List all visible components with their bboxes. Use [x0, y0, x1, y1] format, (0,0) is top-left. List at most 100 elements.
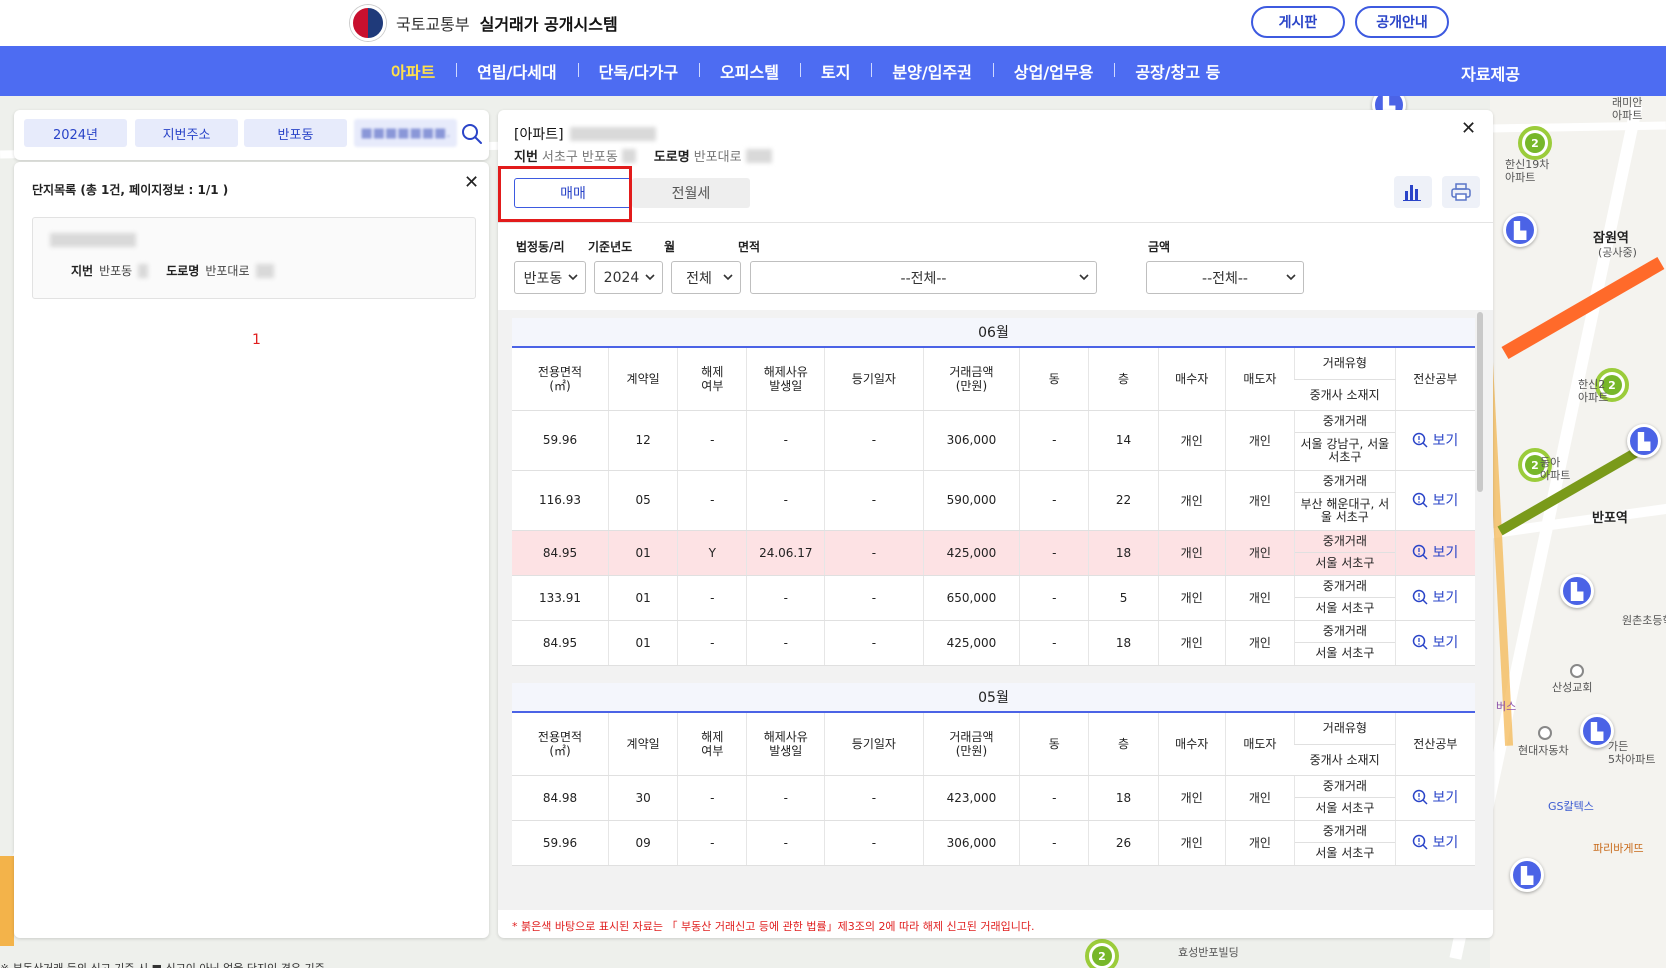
cell-price: 425,000	[922, 530, 1020, 576]
chevron-down-icon	[723, 274, 733, 281]
cell-bldg: -	[1019, 470, 1089, 531]
th-cancel: 해제 여부	[677, 348, 747, 411]
nav-menu: 아파트 연립/다세대 단독/다가구 오피스텔 토지 분양/입주권 상업/업무용 공장/창고 등	[370, 46, 1241, 96]
view-record-link[interactable]: 보기	[1412, 787, 1458, 807]
magnifier-icon	[1413, 589, 1428, 605]
table-row[interactable]: 84.95 01- - -425,000-18 개인 개인 중개거래 서울 서초구 보기	[512, 620, 1475, 666]
month-header: 05월	[512, 683, 1475, 713]
cell-seller: 개인	[1224, 470, 1295, 531]
road-value: 반포대로	[205, 264, 250, 278]
cell-floor: 18	[1088, 775, 1159, 821]
apartment-marker-icon[interactable]: ▙	[1627, 424, 1661, 458]
complex-list-title: 단지목록 (총 1건, 페이지정보 : 1/1 )	[32, 183, 229, 197]
header-line: 발생일	[769, 378, 803, 393]
print-button[interactable]	[1442, 176, 1480, 208]
table-scrollbar[interactable]	[1477, 312, 1483, 492]
table-row[interactable]: 133.91 01- - -650,000-5 개인 개인 중개거래 서울 서초구 보기	[512, 575, 1475, 621]
road-label: 도로명	[653, 150, 690, 165]
ministry-name: 국토교통부	[396, 15, 470, 34]
cell-floor: 22	[1088, 470, 1159, 531]
cell-area: 133.91	[512, 575, 609, 621]
nav-item-2[interactable]: 단독/다가구	[577, 59, 699, 83]
month-block: 05월 전용면적 (㎡) 계약일 해제 여부 해제사유 발생일 등기일자 거래금액 (만원) 동 층 매수…	[512, 683, 1475, 866]
data-service-link[interactable]: 자료제공	[1461, 61, 1520, 85]
view-record-link[interactable]: 보기	[1412, 542, 1458, 562]
th-registry: 등기일자	[824, 348, 924, 411]
filter-year-select[interactable]: 2024	[594, 261, 663, 294]
filter-area-select[interactable]: --전체--	[750, 261, 1097, 294]
cell-deal-broker: 중개거래 서울 서초구	[1294, 530, 1396, 576]
guide-button[interactable]: 공개안내	[1355, 6, 1449, 38]
search-icon[interactable]	[460, 122, 484, 146]
pagination-page-1[interactable]: 1	[252, 332, 261, 348]
cell-bldg: -	[1019, 820, 1089, 866]
close-icon[interactable]: ✕	[464, 174, 479, 192]
view-record-link[interactable]: 보기	[1412, 430, 1458, 450]
apartment-marker-icon[interactable]: ▙	[1503, 213, 1537, 247]
table-row[interactable]: 116.93 05- - -590,000-22 개인 개인 중개거래 부산 해운대구, 서울…	[512, 470, 1475, 531]
cell-floor: 5	[1088, 575, 1159, 621]
dong-chip[interactable]: 반포동	[244, 119, 347, 147]
view-record-link[interactable]: 보기	[1412, 490, 1458, 510]
th-area: 전용면적 (㎡)	[512, 348, 609, 411]
table-row[interactable]: 59.96 09- - -306,000-26 개인 개인 중개거래 서울 서초구 보기	[512, 820, 1475, 866]
close-icon[interactable]: ✕	[1461, 120, 1476, 138]
cell-cancel-date: -	[746, 470, 825, 531]
board-button[interactable]: 게시판	[1251, 6, 1345, 38]
cell-record: 보기	[1394, 620, 1475, 666]
cell-cancel-date: -	[746, 775, 825, 821]
map-label-paris: 파리바게뜨	[1593, 842, 1644, 855]
filter-area-label: 면적	[738, 240, 761, 254]
filter-month-select[interactable]: 전체	[671, 261, 741, 294]
th-broker-location: 중개사 소재지	[1294, 379, 1396, 411]
complex-address-row: 지번 반포동 도로명 반포대로	[71, 262, 274, 279]
header-line: 여부	[701, 378, 724, 393]
cell-cancel: -	[677, 820, 747, 866]
nav-item-4[interactable]: 토지	[799, 59, 871, 83]
deal-type-value: 중개거래	[1295, 576, 1395, 598]
nav-item-1[interactable]: 연립/다세대	[456, 59, 577, 83]
table-row[interactable]: 84.95 01 Y 24.06.17-425,000-18 개인 개인 중개거래 서울 서초…	[512, 530, 1475, 576]
table-row[interactable]: 59.96 12- - -306,000-14 개인 개인 중개거래 서울 강남구, 서울 서…	[512, 410, 1475, 471]
broker-location-value: 서울 서초구	[1315, 601, 1375, 615]
view-record-link[interactable]: 보기	[1412, 632, 1458, 652]
address-type-chip[interactable]: 지번주소	[135, 119, 238, 147]
broker-location-value: 서울 서초구	[1315, 801, 1375, 815]
apartment-marker-icon[interactable]: ▙	[1510, 858, 1544, 892]
transaction-table-area[interactable]: 06월 전용면적 (㎡) 계약일 해제 여부 해제사유 발생일 등기일자 거래금액 (만원) 동 층 매수…	[498, 310, 1493, 910]
magnifier-icon	[1413, 492, 1428, 508]
nav-item-3[interactable]: 오피스텔	[699, 59, 800, 83]
site-logo[interactable]: 국토교통부 실거래가 공개시스템	[350, 4, 618, 42]
cell-bldg: -	[1019, 620, 1089, 666]
chart-button[interactable]	[1394, 176, 1432, 208]
bar-chart-icon	[1403, 185, 1421, 201]
view-record-link[interactable]: 보기	[1412, 587, 1458, 607]
th-buyer: 매수자	[1157, 348, 1226, 411]
filter-price-value: --전체--	[1202, 270, 1248, 287]
nav-item-7[interactable]: 공장/창고 등	[1114, 59, 1241, 83]
header-line: (㎡)	[549, 378, 571, 393]
nav-item-6[interactable]: 상업/업무용	[992, 59, 1114, 83]
filter-price-select[interactable]: --전체--	[1146, 261, 1304, 294]
table-row[interactable]: 84.98 30- - -423,000-18 개인 개인 중개거래 서울 서초구 보기	[512, 775, 1475, 821]
cancel-notice: * 붉은색 바탕으로 표시된 자료는 「 부동산 거래신고 등에 관한 법률」제…	[512, 920, 1035, 933]
filter-dong-select[interactable]: 반포동	[514, 261, 586, 294]
cell-seller: 개인	[1224, 530, 1295, 576]
complex-name-chip[interactable]: ■■■■■■■.	[354, 119, 457, 147]
complex-list-item[interactable]: 지번 반포동 도로명 반포대로	[32, 217, 476, 299]
apartment-marker-icon[interactable]: ▙	[1560, 574, 1594, 608]
th-broker-location: 중개사 소재지	[1294, 744, 1396, 776]
cluster-marker[interactable]: 2	[1518, 126, 1552, 160]
nav-item-5[interactable]: 분양/입주권	[871, 59, 992, 83]
year-chip[interactable]: 2024년	[24, 119, 127, 147]
th-deal-type: 거래유형	[1294, 348, 1396, 380]
header-line: 거래금액	[949, 364, 994, 379]
cell-registry: -	[824, 530, 924, 576]
nav-item-0[interactable]: 아파트	[370, 59, 456, 83]
view-record-link[interactable]: 보기	[1412, 832, 1458, 852]
detail-title: [아파트]	[514, 124, 656, 144]
tab-rent[interactable]: 전월세	[632, 178, 750, 208]
cell-cancel-date: 24.06.17	[746, 530, 825, 576]
map-label-banpo-station: 반포역	[1592, 511, 1628, 526]
cluster-marker[interactable]: 2	[1085, 939, 1119, 968]
